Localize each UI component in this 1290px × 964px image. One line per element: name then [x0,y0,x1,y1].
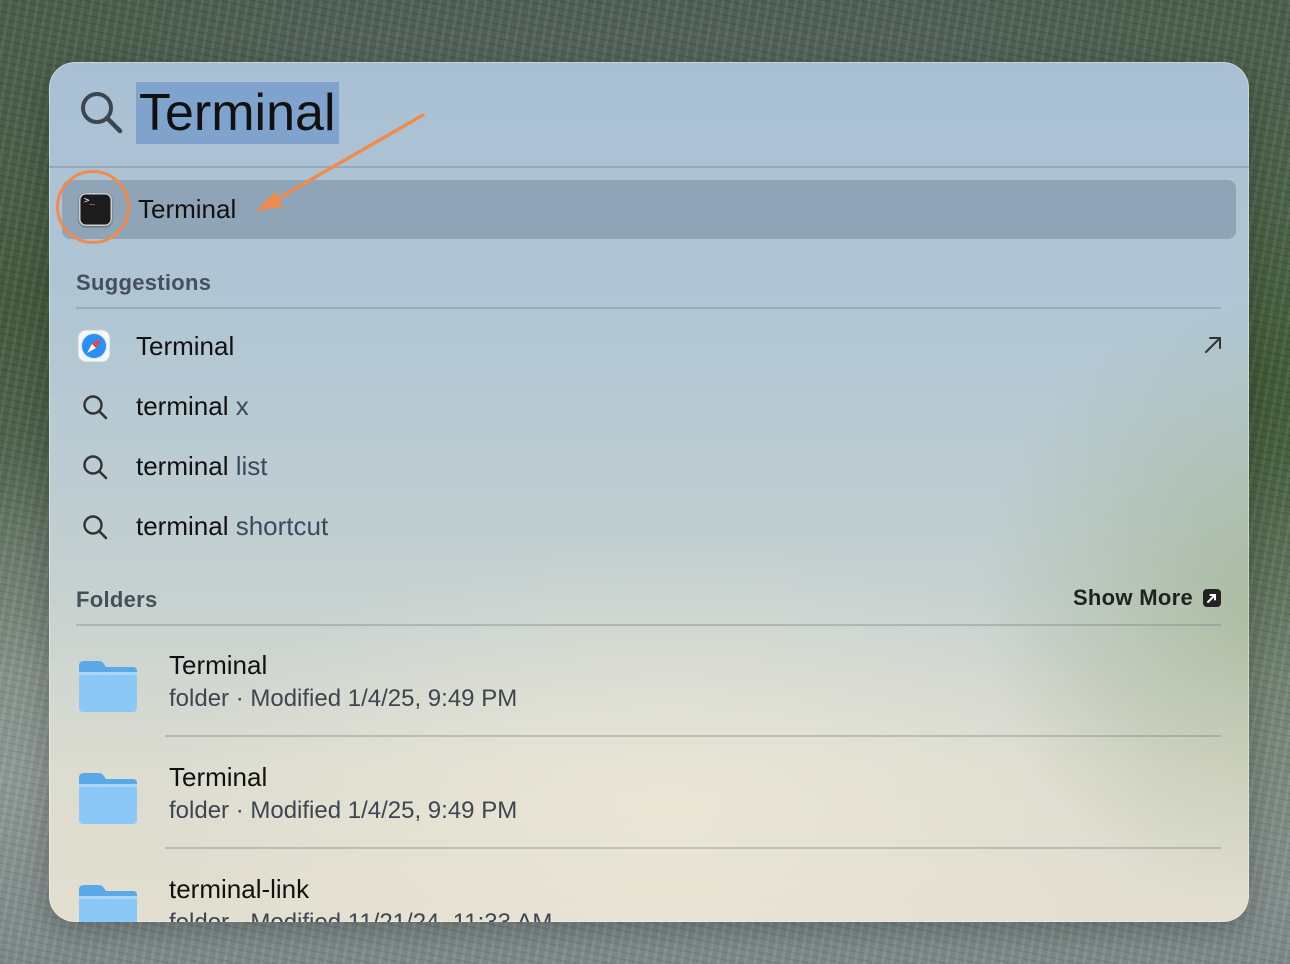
suggestion-label: terminal list [136,451,268,481]
folder-meta: folder · Modified 1/4/25, 9:49 PM [169,685,518,712]
folder-item[interactable]: Terminal folder · Modified 1/4/25, 9:49 … [75,638,1225,750]
search-icon [83,515,108,540]
show-more-label: Show More [1072,585,1193,610]
search-divider [49,166,1249,168]
search-icon [81,92,123,134]
search-icon [83,395,108,420]
folder-icon [79,885,137,922]
folder-meta: folder · Modified 1/4/25, 9:49 PM [169,797,518,824]
folder-divider [165,847,1221,849]
top-hit-label: Terminal [138,194,237,224]
folder-item[interactable]: Terminal folder · Modified 1/4/25, 9:49 … [75,750,1225,862]
suggestion-label: terminal x [136,391,249,421]
suggestions-title: Suggestions [76,270,212,295]
open-external-icon[interactable] [1201,333,1225,357]
show-more-arrow-icon [1203,589,1221,607]
folder-name: Terminal [169,762,268,792]
suggestion-item-terminal-list[interactable]: terminal list [75,439,1225,495]
annotation-circle [56,170,130,244]
folder-icon [79,661,137,712]
search-bar[interactable]: Terminal [49,62,1249,166]
search-icon [83,455,108,480]
safari-compass-icon [77,329,111,363]
suggestion-label: Terminal [136,331,235,361]
folder-icon [79,773,137,824]
spotlight-panel: Terminal >_ Terminal Suggestions Termina… [49,62,1249,922]
show-more-button[interactable]: Show More [1073,584,1221,612]
folder-name: terminal-link [169,874,310,904]
folders-divider [76,624,1221,626]
suggestion-item-safari[interactable]: Terminal [75,319,1225,375]
folders-title: Folders [76,587,158,612]
search-input[interactable]: Terminal [136,82,339,144]
folder-item[interactable]: terminal-link folder · Modified 11/21/24… [75,862,1225,922]
suggestion-label: terminal shortcut [136,511,329,541]
suggestion-item-terminal-shortcut[interactable]: terminal shortcut [75,499,1225,555]
suggestion-item-terminal-x[interactable]: terminal x [75,379,1225,435]
top-hit-terminal[interactable]: >_ Terminal [62,180,1236,239]
folder-name: Terminal [169,650,268,680]
suggestions-divider [76,307,1221,309]
folder-divider [165,735,1221,737]
folder-meta: folder · Modified 11/21/24, 11:33 AM [169,906,552,922]
